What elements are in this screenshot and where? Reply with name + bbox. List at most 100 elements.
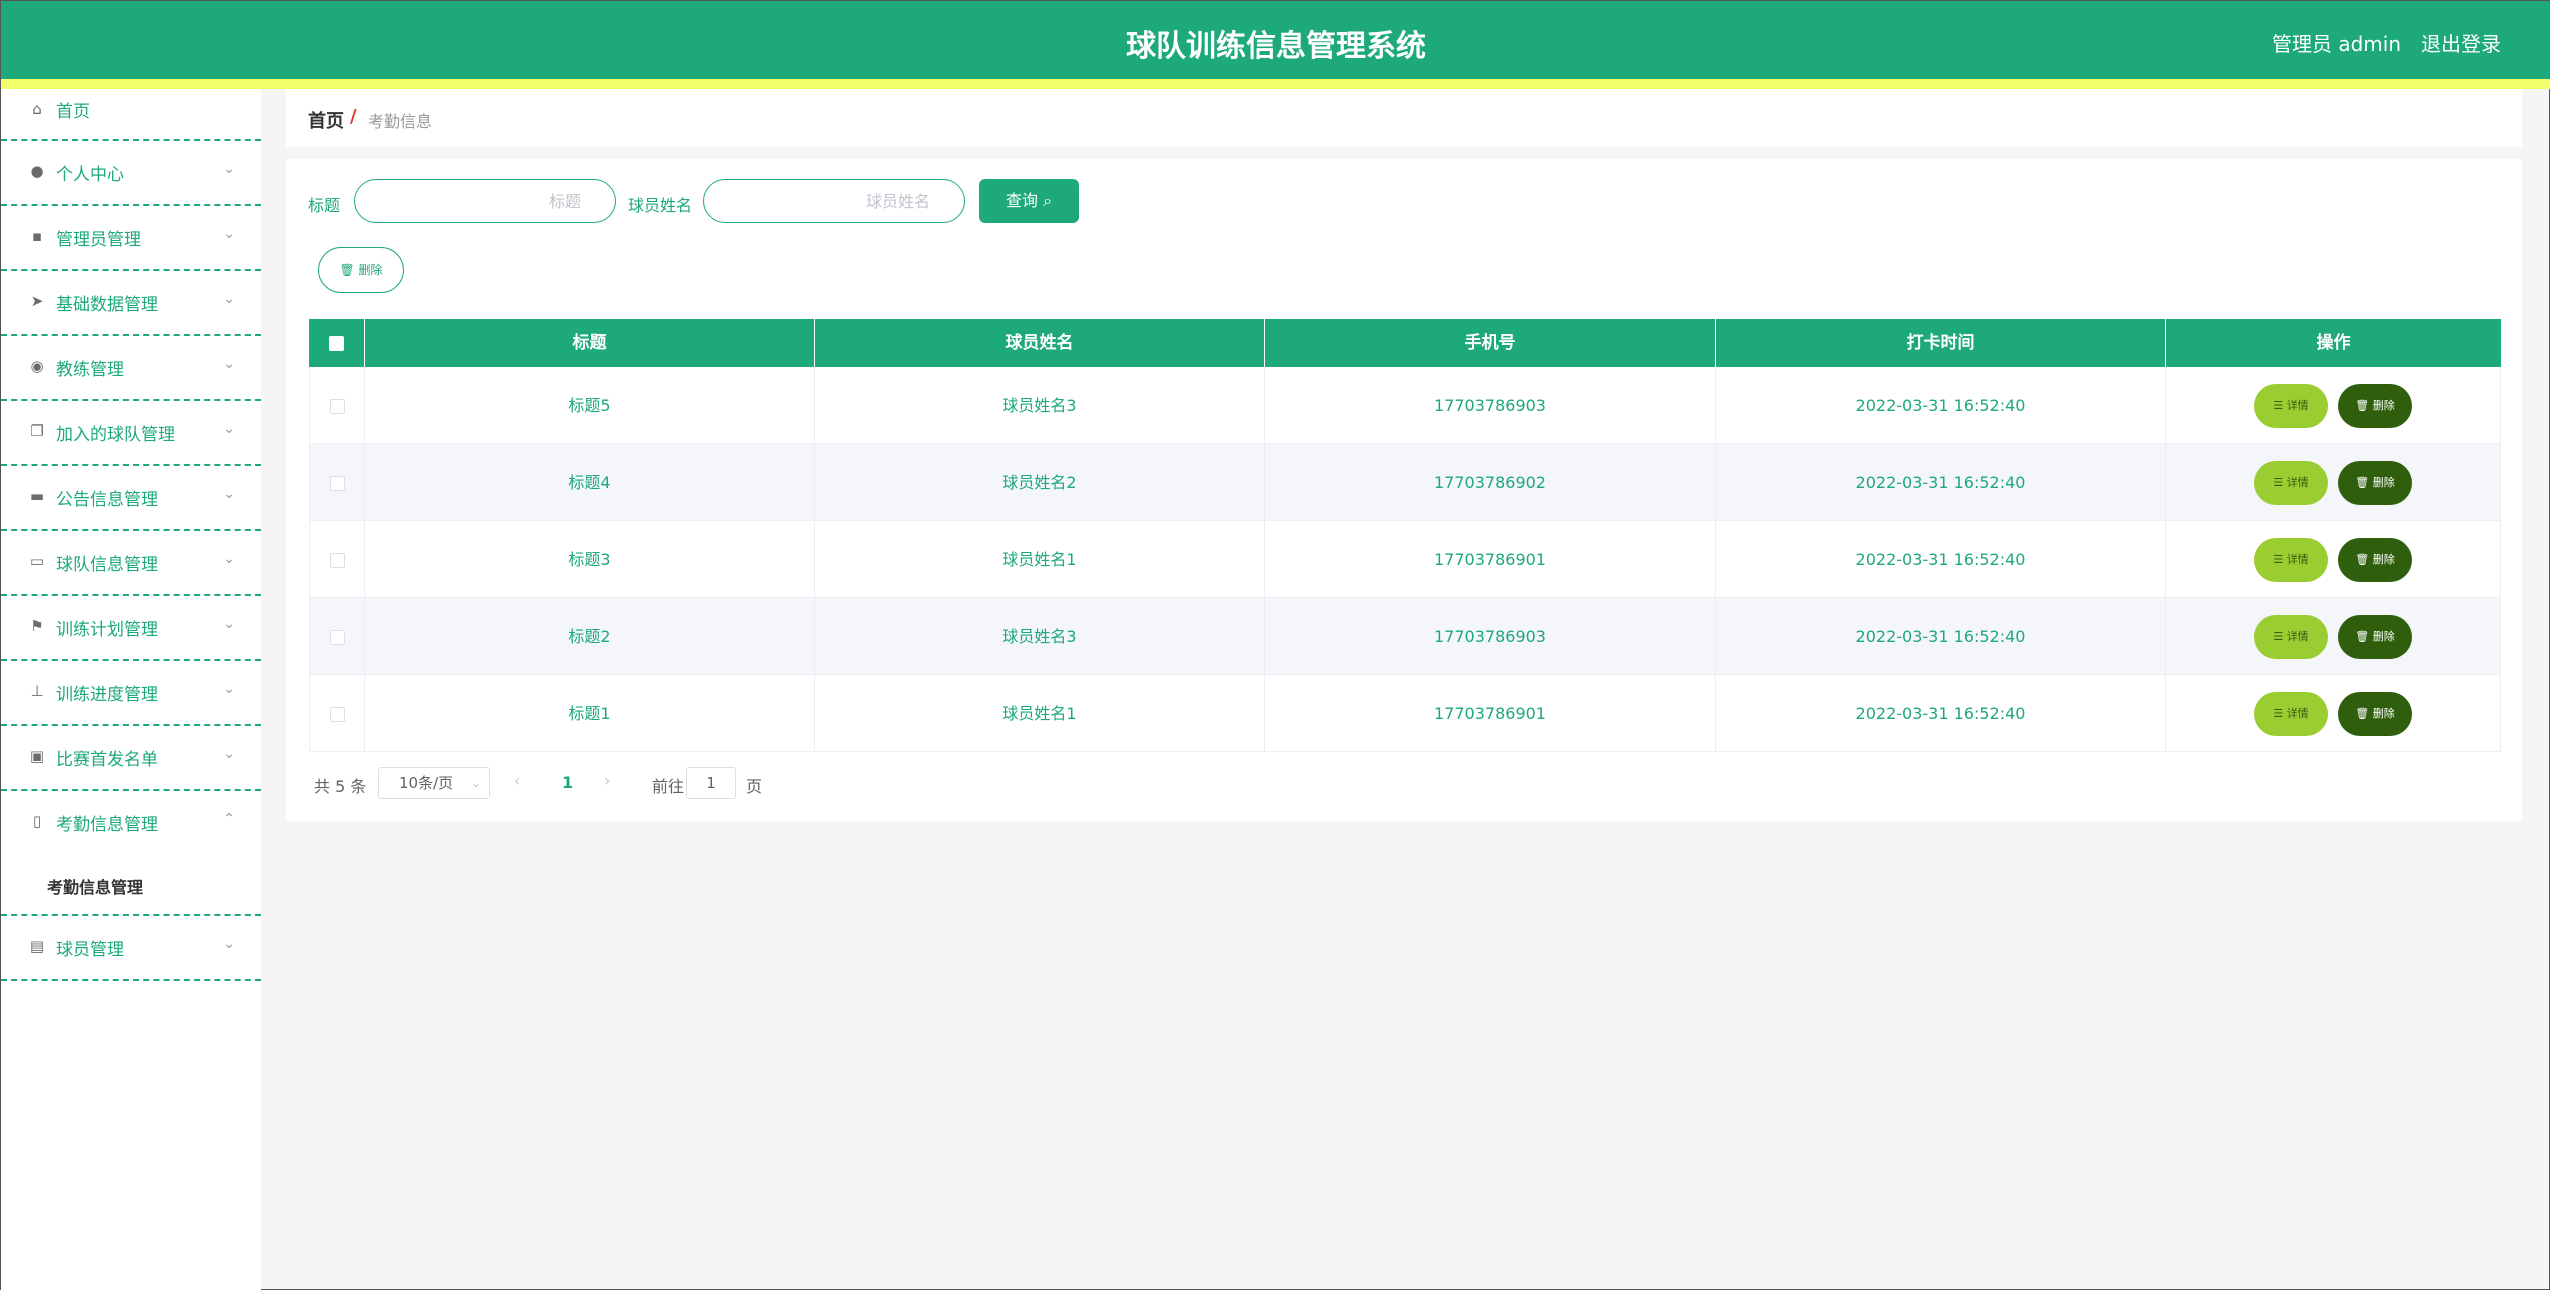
cell-player-name: 球员姓名2	[815, 444, 1265, 520]
microphone-icon: ▯	[32, 812, 42, 830]
send-icon: ➤	[30, 292, 44, 310]
table-header: 标题 球员姓名 手机号 打卡时间 操作	[309, 319, 2501, 367]
trash-icon: 🗑	[2355, 476, 2370, 489]
trash-icon: 🗑	[2355, 553, 2370, 566]
sidebar-item-training-progress[interactable]: ⊥ 训练进度管理 ⌄	[1, 661, 261, 726]
delete-button[interactable]: 🗑 删除	[2338, 461, 2412, 505]
row-checkbox[interactable]	[329, 707, 345, 722]
cell-title: 标题2	[365, 598, 815, 674]
row-select-cell	[309, 444, 365, 520]
home-icon: ⌂	[32, 100, 42, 118]
sidebar-item-starting-lineup[interactable]: ▣ 比赛首发名单 ⌄	[1, 726, 261, 791]
delete-button[interactable]: 🗑 删除	[2338, 692, 2412, 736]
sidebar-item-label: 教练管理	[56, 360, 124, 380]
cell-title: 标题3	[365, 521, 815, 597]
column-header-title[interactable]: 标题	[365, 319, 815, 367]
chevron-down-icon: ⌄	[223, 486, 235, 502]
sidebar-item-label: 考勤信息管理	[56, 815, 158, 835]
sidebar-item-label: 管理员管理	[56, 230, 141, 250]
cell-phone: 17703786901	[1265, 675, 1716, 751]
logout-link[interactable]: 退出登录	[2421, 28, 2501, 57]
next-page-button[interactable]: ›	[604, 771, 610, 790]
sidebar-item-label: 训练进度管理	[56, 685, 158, 705]
sidebar-item-attendance[interactable]: ▯ 考勤信息管理 ⌃	[1, 791, 261, 856]
cell-checkin-time: 2022-03-31 16:52:40	[1716, 444, 2166, 520]
cell-phone: 17703786903	[1265, 598, 1716, 674]
cell-title: 标题4	[365, 444, 815, 520]
sidebar-item-home[interactable]: ⌂ 首页	[1, 89, 261, 141]
bulk-delete-label: 删除	[358, 263, 383, 277]
page-suffix-label: 页	[746, 777, 763, 796]
delete-button-label: 删除	[2372, 553, 2395, 566]
sidebar-item-team-info[interactable]: ▭ 球队信息管理 ⌄	[1, 531, 261, 596]
row-checkbox[interactable]	[329, 399, 345, 414]
sidebar-item-label: 个人中心	[56, 165, 124, 185]
top-header: 球队训练信息管理系统 管理员 admin 退出登录	[1, 1, 2550, 79]
detail-button[interactable]: ☰ 详情	[2254, 615, 2328, 659]
search-icon: ⌕	[1043, 191, 1053, 210]
id-card-icon: ▣	[29, 747, 45, 765]
sidebar-item-announcement[interactable]: ▬ 公告信息管理 ⌄	[1, 466, 261, 531]
trash-icon: 🗑	[2355, 707, 2370, 720]
current-user: 管理员 admin	[2271, 32, 2401, 56]
cell-phone: 17703786903	[1265, 367, 1716, 443]
sidebar-item-coach-management[interactable]: ◉ 教练管理 ⌄	[1, 336, 261, 401]
delete-button-label: 删除	[2372, 476, 2395, 489]
delete-button[interactable]: 🗑 删除	[2338, 538, 2412, 582]
page-size-select[interactable]: 10条/页 ⌄	[378, 767, 490, 799]
row-checkbox[interactable]	[329, 630, 345, 645]
row-select-cell	[309, 598, 365, 674]
delete-button[interactable]: 🗑 删除	[2338, 384, 2412, 428]
user-icon: ●	[30, 162, 44, 180]
breadcrumb: 首页 / 考勤信息	[286, 89, 2522, 147]
select-all-checkbox[interactable]	[329, 335, 344, 351]
sidebar-item-personal-center[interactable]: ● 个人中心 ⌄	[1, 141, 261, 206]
location-icon: ◉	[30, 357, 44, 375]
detail-button-label: 详情	[2286, 630, 2309, 643]
delete-button[interactable]: 🗑 删除	[2338, 615, 2412, 659]
column-header-player-name[interactable]: 球员姓名	[815, 319, 1265, 367]
goto-page-input[interactable]	[686, 767, 736, 799]
query-button[interactable]: 查询 ⌕	[979, 179, 1079, 223]
submenu-item-attendance-management[interactable]: 考勤信息管理	[1, 856, 261, 916]
detail-button-label: 详情	[2286, 553, 2309, 566]
page-number-current[interactable]: 1	[562, 773, 573, 792]
player-name-filter-label: 球员姓名	[628, 196, 693, 215]
column-header-actions: 操作	[2316, 333, 2351, 353]
detail-button[interactable]: ☰ 详情	[2254, 384, 2328, 428]
sidebar-item-basic-data[interactable]: ➤ 基础数据管理 ⌄	[1, 271, 261, 336]
breadcrumb-separator: /	[350, 106, 357, 127]
detail-button-label: 详情	[2286, 399, 2309, 412]
cell-actions: ☰ 详情 🗑 删除	[2166, 444, 2501, 520]
cell-checkin-time: 2022-03-31 16:52:40	[1716, 367, 2166, 443]
sidebar-item-label: 球队信息管理	[56, 555, 158, 575]
delete-button-label: 删除	[2372, 399, 2395, 412]
detail-button[interactable]: ☰ 详情	[2254, 461, 2328, 505]
row-checkbox[interactable]	[329, 553, 345, 568]
bulk-delete-button[interactable]: 🗑 删除	[318, 247, 404, 293]
column-header-checkin-time[interactable]: 打卡时间	[1716, 319, 2166, 367]
goto-label: 前往	[652, 777, 685, 796]
column-header-phone[interactable]: 手机号	[1265, 319, 1716, 367]
select-all-cell	[309, 319, 365, 367]
cell-player-name: 球员姓名3	[815, 367, 1265, 443]
detail-button[interactable]: ☰ 详情	[2254, 692, 2328, 736]
sidebar-item-label: 公告信息管理	[56, 490, 158, 510]
player-name-search-input[interactable]	[703, 179, 965, 223]
briefcase-icon: ▬	[29, 487, 45, 505]
cell-player-name: 球员姓名3	[815, 598, 1265, 674]
row-checkbox[interactable]	[329, 476, 345, 491]
detail-button[interactable]: ☰ 详情	[2254, 538, 2328, 582]
sidebar-item-label: 球员管理	[56, 940, 124, 960]
trash-icon: 🗑	[339, 263, 355, 277]
prev-page-button[interactable]: ‹	[514, 771, 520, 790]
sidebar-item-player-management[interactable]: ▤ 球员管理 ⌄	[1, 916, 261, 981]
breadcrumb-home[interactable]: 首页	[308, 107, 344, 133]
title-search-input[interactable]	[354, 179, 616, 223]
clipboard-list-icon: ▤	[29, 937, 45, 955]
sidebar-item-joined-team[interactable]: ❐ 加入的球队管理 ⌄	[1, 401, 261, 466]
sidebar-item-admin-management[interactable]: ▪ 管理员管理 ⌄	[1, 206, 261, 271]
table-row: 标题1 球员姓名1 17703786901 2022-03-31 16:52:4…	[309, 675, 2501, 752]
cell-phone: 17703786901	[1265, 521, 1716, 597]
sidebar-item-training-plan[interactable]: ⚑ 训练计划管理 ⌄	[1, 596, 261, 661]
